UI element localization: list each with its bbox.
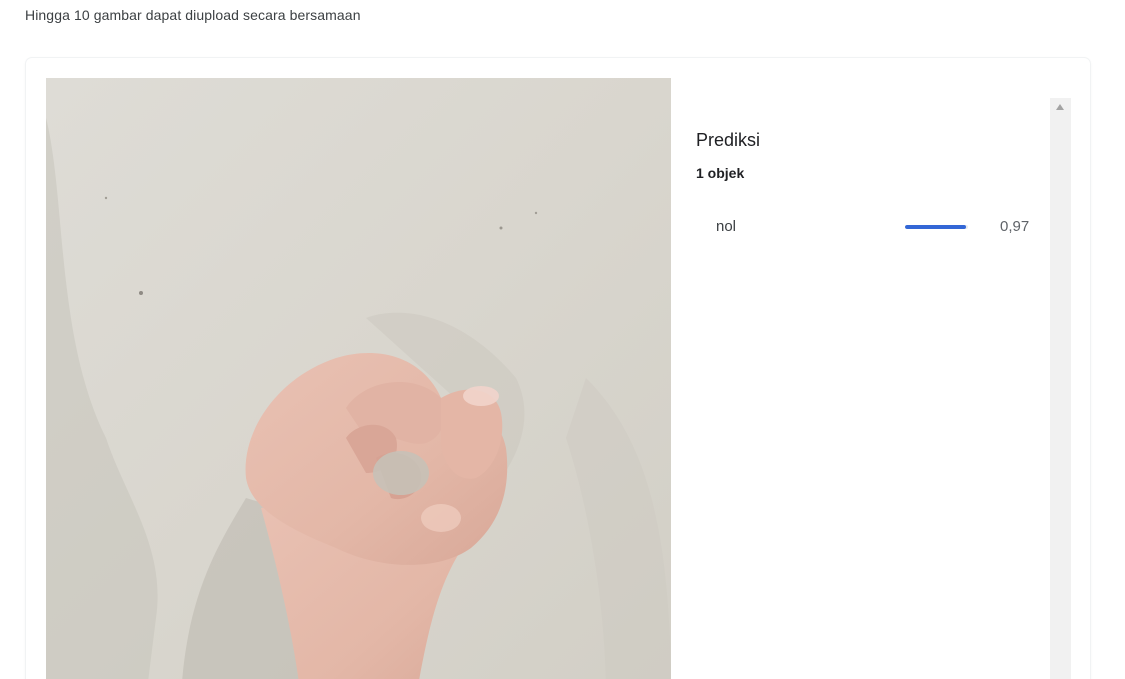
- object-count: 1 objek: [696, 165, 745, 181]
- prediction-card: Prediksi 1 objek nol 0,97: [26, 58, 1090, 679]
- prediction-score: 0,97: [1000, 218, 1030, 235]
- confidence-bar-fill: [905, 225, 967, 229]
- prediction-row[interactable]: nol 0,97: [696, 206, 1036, 250]
- upload-hint-text: Hingga 10 gambar dapat diupload secara b…: [25, 7, 361, 23]
- hand-photo-illustration: [46, 78, 671, 679]
- scroll-up-arrow-icon[interactable]: [1056, 104, 1064, 110]
- prediction-panel: Prediksi 1 objek nol 0,97: [671, 98, 1051, 679]
- page: Hingga 10 gambar dapat diupload secara b…: [0, 0, 1125, 679]
- uploaded-image[interactable]: [46, 78, 671, 679]
- prediction-label: nol: [716, 218, 737, 235]
- results-scrollbar[interactable]: [1050, 98, 1071, 679]
- confidence-bar: [905, 225, 968, 229]
- prediction-title: Prediksi: [696, 130, 761, 150]
